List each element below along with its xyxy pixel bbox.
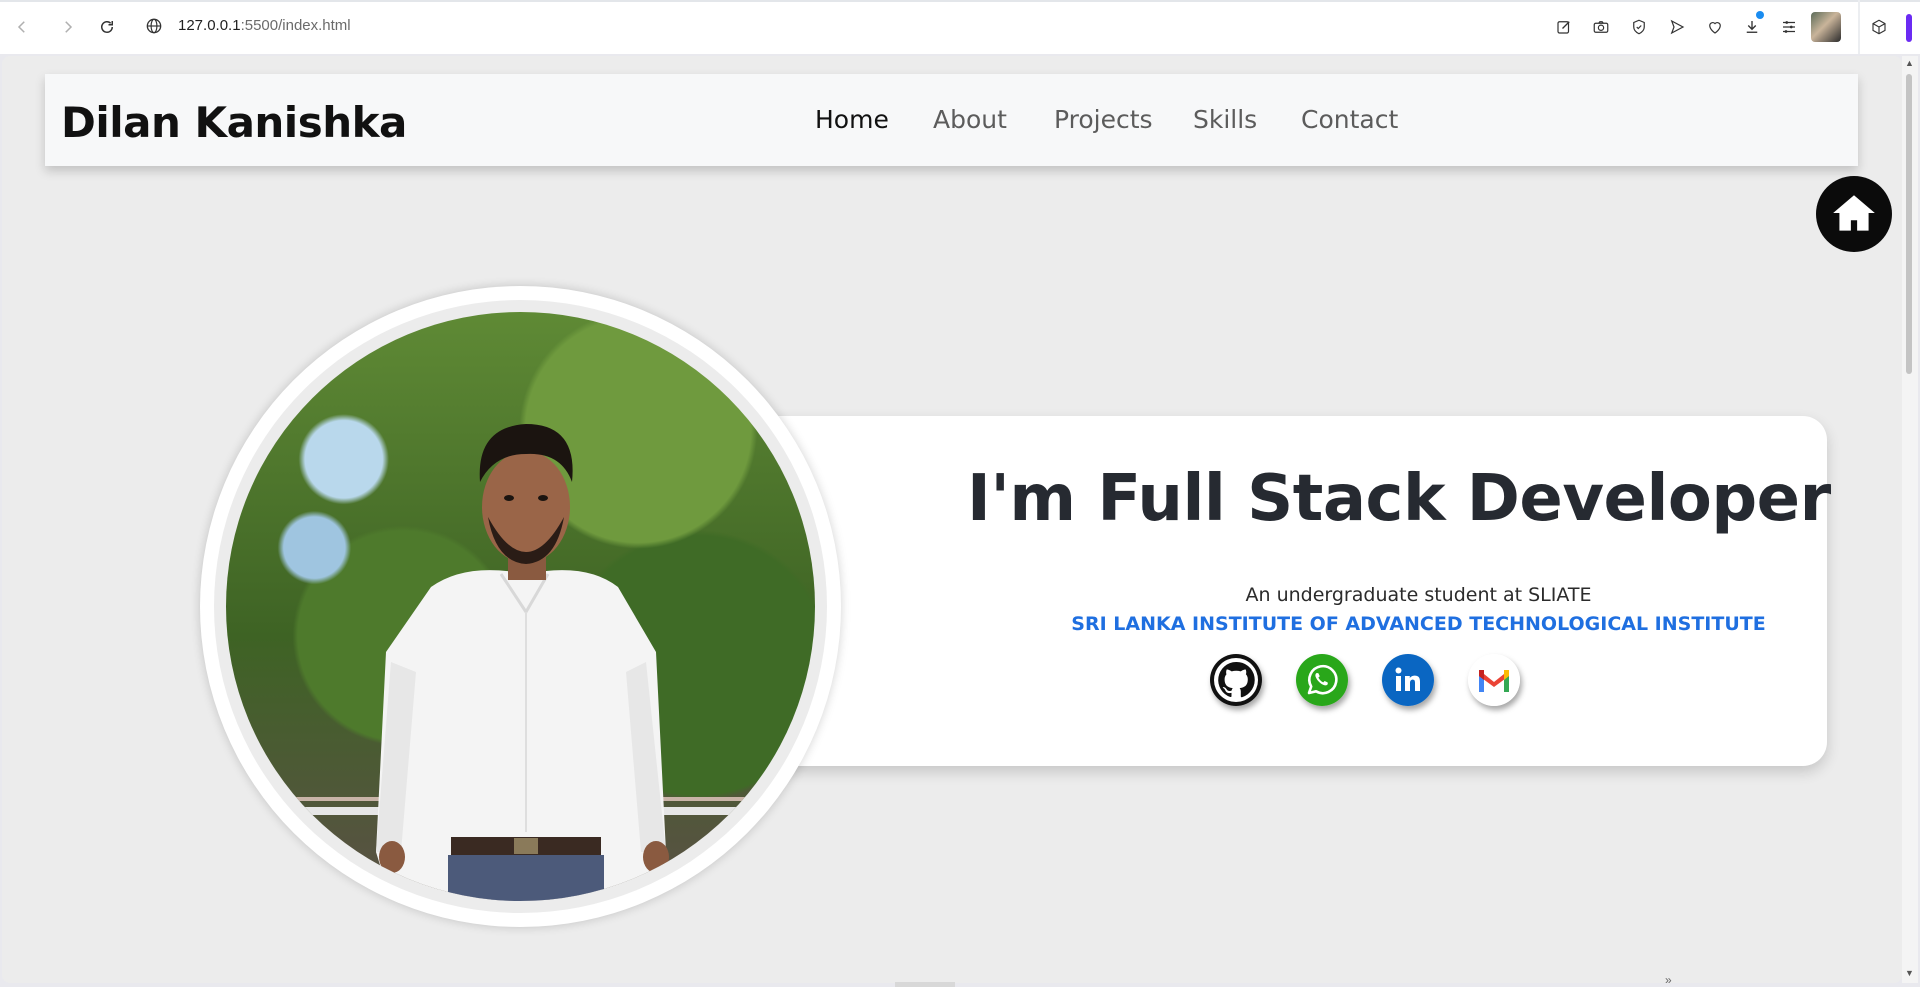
gmail-icon — [1468, 654, 1520, 706]
avatar[interactable] — [1811, 12, 1841, 42]
nav-skills[interactable]: Skills — [1193, 105, 1257, 134]
globe-icon[interactable] — [144, 16, 164, 36]
page-viewport: Dilan Kanishka Home About Projects Skill… — [2, 56, 1902, 983]
hero-institute: SRI LANKA INSTITUTE OF ADVANCED TECHNOLO… — [1071, 613, 1766, 635]
vertical-scrollbar[interactable]: ▲ ▼ — [1902, 56, 1918, 983]
github-link[interactable] — [1210, 654, 1262, 706]
edit-icon[interactable] — [1550, 13, 1578, 41]
cube-icon[interactable] — [1865, 13, 1893, 41]
nav-projects[interactable]: Projects — [1054, 105, 1153, 134]
forward-icon[interactable] — [54, 13, 82, 41]
horizontal-scroll-thumb[interactable] — [895, 982, 955, 987]
nav-about[interactable]: About — [933, 105, 1007, 134]
scroll-down-icon[interactable]: ▼ — [1905, 968, 1914, 978]
reload-icon[interactable] — [93, 13, 121, 41]
nav-contact[interactable]: Contact — [1301, 105, 1398, 134]
shield-icon[interactable] — [1625, 13, 1653, 41]
heart-icon[interactable] — [1701, 13, 1729, 41]
hero-card: I'm Full Stack Developer An undergraduat… — [722, 416, 1831, 766]
back-icon[interactable] — [8, 13, 36, 41]
url-host: 127.0.0.1 — [178, 17, 241, 34]
send-icon[interactable] — [1663, 13, 1691, 41]
camera-icon[interactable] — [1587, 13, 1615, 41]
scrollbar-thumb[interactable] — [1906, 74, 1912, 374]
hero-title: I'm Full Stack Developer — [967, 462, 1831, 536]
social-links — [1210, 654, 1520, 706]
chevron-right-icon: » — [1665, 973, 1672, 987]
nav-home[interactable]: Home — [815, 105, 889, 134]
linkedin-link[interactable] — [1382, 654, 1434, 706]
download-badge — [1756, 11, 1764, 19]
menu-icon[interactable] — [1775, 13, 1803, 41]
sidebar-toggle[interactable] — [1906, 14, 1912, 42]
site-navbar: Dilan Kanishka Home About Projects Skill… — [45, 74, 1858, 166]
profile-photo — [226, 312, 815, 901]
brand-name[interactable]: Dilan Kanishka — [61, 98, 407, 147]
url-path: :5500/index.html — [240, 17, 351, 34]
browser-toolbar: 127.0.0.1:5500/index.html — [0, 0, 1920, 54]
gmail-link[interactable] — [1468, 654, 1520, 706]
address-bar[interactable]: 127.0.0.1:5500/index.html — [178, 17, 351, 34]
toolbar-top-edge — [0, 0, 1920, 2]
hero-subtitle: An undergraduate student at SLIATE — [1245, 584, 1592, 606]
github-icon — [1210, 654, 1262, 706]
home-icon — [1833, 195, 1875, 231]
home-button[interactable] — [1816, 176, 1892, 252]
linkedin-icon — [1382, 654, 1434, 706]
scroll-up-icon[interactable]: ▲ — [1905, 58, 1914, 68]
whatsapp-link[interactable] — [1296, 654, 1348, 706]
whatsapp-icon — [1296, 654, 1348, 706]
toolbar-separator — [1858, 0, 1860, 54]
person-illustration — [226, 424, 815, 901]
